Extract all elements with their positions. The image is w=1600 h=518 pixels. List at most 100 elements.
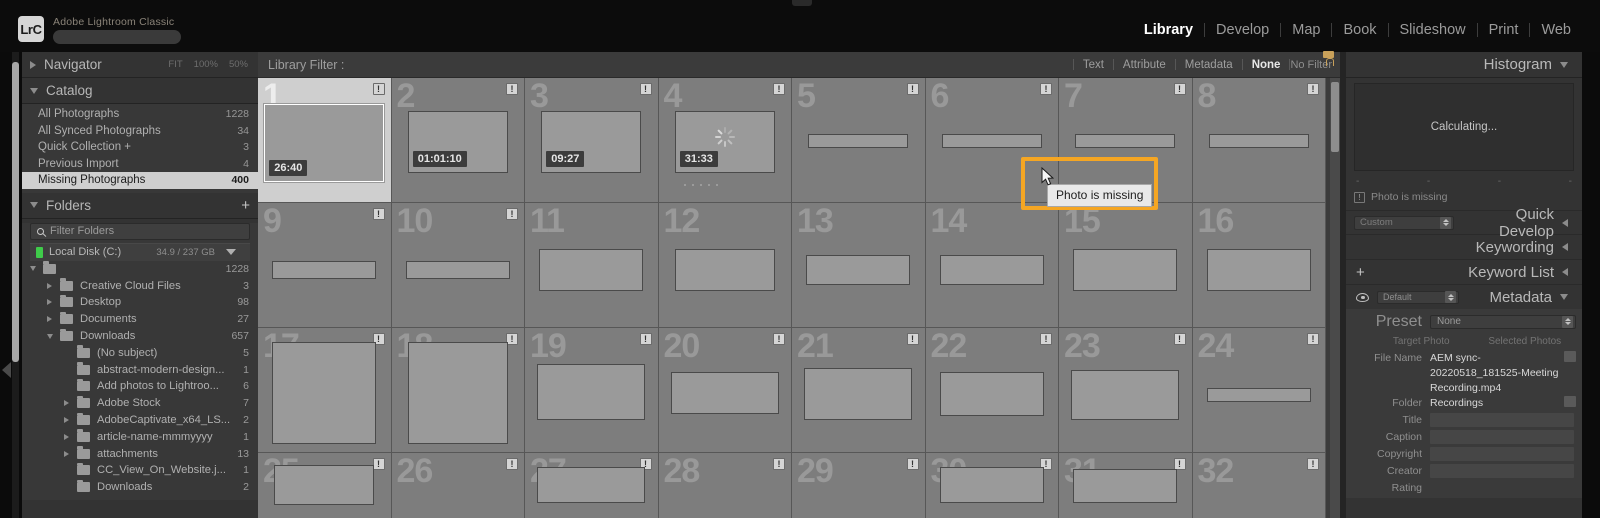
photo-thumbnail[interactable]: 09:27: [541, 111, 642, 173]
photo-thumbnail[interactable]: [939, 467, 1044, 503]
photo-missing-badge-icon[interactable]: !: [1307, 333, 1319, 345]
grid-cell[interactable]: 30!: [925, 453, 1059, 518]
catalog-item-all-photographs[interactable]: All Photographs 1228: [22, 106, 258, 123]
volume-chevron-down-icon[interactable]: [226, 249, 236, 255]
photo-missing-badge-icon[interactable]: !: [506, 208, 518, 220]
grid-cell[interactable]: 11: [525, 203, 659, 328]
photo-thumbnail[interactable]: [537, 467, 646, 503]
eye-icon[interactable]: [1356, 292, 1369, 302]
metadata-header[interactable]: Default Metadata: [1346, 284, 1582, 309]
left-panel-scrollbar-thumb[interactable]: [12, 62, 19, 362]
photo-thumbnail[interactable]: [405, 261, 510, 279]
folder-row[interactable]: CC_View_On_Website.j... 1: [22, 462, 258, 479]
photo-thumbnail[interactable]: [804, 368, 913, 420]
grid-cell[interactable]: 10!: [391, 203, 525, 328]
target-photo-tab[interactable]: Target Photo: [1370, 335, 1473, 348]
selected-photos-tab[interactable]: Selected Photos: [1474, 335, 1577, 348]
module-slideshow[interactable]: Slideshow: [1389, 22, 1477, 38]
folder-row[interactable]: 1228: [22, 261, 258, 278]
folder-disclosure-expanded[interactable]: [29, 266, 43, 272]
photo-thumbnail[interactable]: [808, 134, 909, 148]
catalog-header[interactable]: Catalog: [22, 78, 258, 104]
grid-cell[interactable]: 27!: [525, 453, 659, 518]
module-print[interactable]: Print: [1478, 22, 1530, 38]
metadata-field-value[interactable]: Recordings: [1430, 396, 1562, 411]
grid-cell[interactable]: 15: [1059, 203, 1193, 328]
module-web[interactable]: Web: [1530, 22, 1582, 38]
folder-row[interactable]: Downloads 2: [22, 479, 258, 496]
metadata-field-input[interactable]: [1430, 413, 1574, 427]
photo-thumbnail[interactable]: [1208, 134, 1309, 148]
photo-missing-badge-icon[interactable]: !: [1173, 83, 1186, 95]
grid-cell[interactable]: 13: [792, 203, 926, 328]
metadata-field-input[interactable]: [1430, 430, 1574, 444]
quick-develop-header[interactable]: Custom Quick Develop: [1346, 206, 1582, 240]
folder-row[interactable]: Adobe Stock 7: [22, 395, 258, 412]
photo-missing-badge-icon[interactable]: !: [1040, 83, 1052, 95]
folder-row[interactable]: Desktop 98: [22, 294, 258, 311]
folder-row[interactable]: Downloads 657: [22, 328, 258, 345]
chevron-left-icon[interactable]: [1562, 268, 1568, 276]
photo-thumbnail[interactable]: [939, 255, 1044, 285]
identity-plate[interactable]: LrC Adobe Lightroom Classic: [18, 16, 181, 44]
navigator-zoom-fit[interactable]: FIT: [168, 59, 182, 70]
grid-cell[interactable]: 8!: [1192, 78, 1326, 203]
grid-cell[interactable]: 1! 26:40: [258, 78, 392, 203]
folders-header[interactable]: Folders +: [22, 192, 258, 219]
metadata-view-select[interactable]: Default: [1377, 290, 1459, 304]
keyword-list-header[interactable]: + Keyword List: [1346, 259, 1582, 284]
photo-thumbnail[interactable]: [272, 261, 377, 279]
folder-row[interactable]: Creative Cloud Files 3: [22, 277, 258, 294]
stepper-icon[interactable]: [1562, 315, 1573, 328]
grid-cell[interactable]: 3! 09:27: [525, 78, 659, 203]
photo-missing-badge-icon[interactable]: !: [906, 333, 919, 345]
photo-thumbnail[interactable]: [941, 134, 1042, 148]
navigator-zoom-50pct[interactable]: 50%: [229, 59, 248, 70]
photo-missing-badge-icon[interactable]: !: [773, 333, 785, 345]
grid-cell[interactable]: 29!: [792, 453, 926, 518]
grid-cell[interactable]: 21!: [792, 328, 926, 453]
folder-disclosure-collapsed[interactable]: [64, 433, 77, 440]
photo-missing-badge-icon[interactable]: !: [1307, 83, 1319, 95]
photo-missing-badge-icon[interactable]: !: [506, 333, 518, 345]
photo-missing-badge-icon[interactable]: !: [906, 83, 919, 95]
photo-thumbnail[interactable]: 31:33: [674, 111, 775, 186]
photo-thumbnail[interactable]: 01:01:10: [407, 111, 508, 173]
photo-thumbnail[interactable]: [1073, 249, 1178, 291]
filter-folders-input[interactable]: Filter Folders: [30, 222, 250, 240]
metadata-field-action-icon[interactable]: [1564, 396, 1576, 407]
folder-disclosure-collapsed[interactable]: [47, 299, 60, 306]
photo-missing-badge-icon[interactable]: !: [906, 458, 919, 470]
module-book[interactable]: Book: [1332, 22, 1387, 38]
metadata-field-input[interactable]: [1430, 447, 1574, 461]
histogram-header[interactable]: Histogram: [1346, 52, 1582, 78]
left-panel-collapse-arrow[interactable]: [2, 362, 11, 378]
grid-scrollbar-thumb[interactable]: [1331, 82, 1339, 152]
add-keyword-button[interactable]: +: [1356, 265, 1365, 280]
folder-disclosure-collapsed[interactable]: [47, 282, 60, 289]
photo-missing-badge-icon[interactable]: !: [1173, 333, 1186, 345]
photo-missing-badge-icon[interactable]: !: [773, 83, 785, 95]
volume-row[interactable]: Local Disk (C:) 34.9 / 237 GB: [30, 242, 250, 261]
grid-cell[interactable]: 12: [658, 203, 792, 328]
folder-row[interactable]: Add photos to Lightroo... 6: [22, 378, 258, 395]
photo-thumbnail[interactable]: [407, 342, 508, 444]
stepper-icon[interactable]: [1440, 216, 1451, 229]
photo-thumbnail[interactable]: [1075, 134, 1176, 148]
filter-tab-text[interactable]: Text: [1074, 59, 1113, 71]
grid-cell[interactable]: 18!: [391, 328, 525, 453]
grid-cell[interactable]: 6!: [925, 78, 1059, 203]
photo-thumbnail[interactable]: [1206, 249, 1311, 291]
folder-row[interactable]: attachments 13: [22, 445, 258, 462]
grid-cell[interactable]: 16: [1192, 203, 1326, 328]
folder-disclosure-collapsed[interactable]: [47, 316, 60, 323]
photo-missing-badge-icon[interactable]: !: [506, 83, 518, 95]
chevron-left-icon[interactable]: [1562, 218, 1568, 227]
module-library[interactable]: Library: [1133, 22, 1204, 38]
module-develop[interactable]: Develop: [1205, 22, 1280, 38]
grid-cell[interactable]: 32!: [1192, 453, 1326, 518]
grid-cell[interactable]: 31!: [1059, 453, 1193, 518]
catalog-item-all-synced-photographs[interactable]: All Synced Photographs 34: [22, 123, 258, 140]
photo-thumbnail[interactable]: [1206, 388, 1311, 402]
folder-disclosure-expanded[interactable]: [46, 333, 60, 339]
